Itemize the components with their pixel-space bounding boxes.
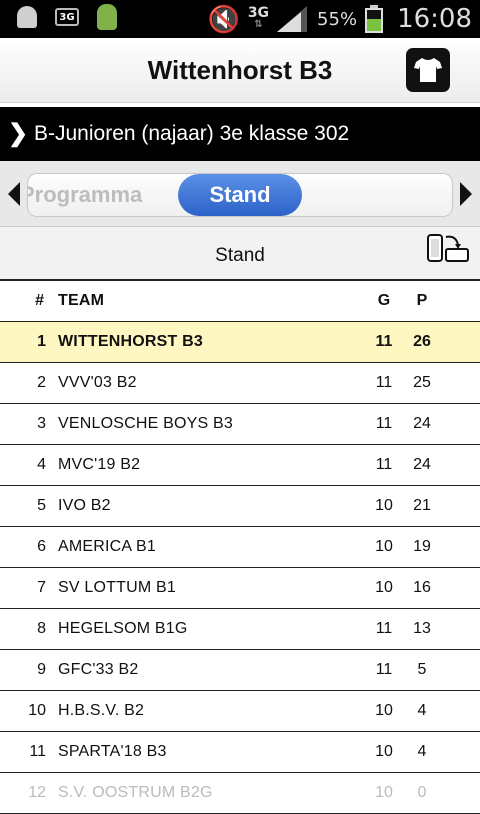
row-games: 11 [375, 456, 393, 473]
row-team: IVO B2 [58, 497, 111, 514]
table-row[interactable]: 3 VENLOSCHE BOYS B3 11 24 [0, 404, 480, 445]
network-label: 3G [247, 5, 270, 21]
row-games: 11 [375, 415, 393, 432]
tab-programma[interactable]: Programma [28, 174, 142, 216]
row-team: AMERICA B1 [58, 538, 157, 555]
row-team: SPARTA'18 B3 [58, 743, 167, 760]
row-games: 10 [375, 784, 393, 801]
row-team: VVV'03 B2 [58, 374, 137, 391]
row-points: 4 [417, 743, 427, 760]
row-games: 10 [375, 702, 393, 719]
network-indicator: 3G ⇅ [247, 5, 270, 30]
android-icon [94, 4, 120, 30]
row-points: 24 [413, 456, 431, 473]
table-row[interactable]: 9 GFC'33 B2 11 5 [0, 650, 480, 691]
mute-icon: 🔇 [207, 4, 240, 34]
row-rank: 4 [37, 456, 46, 473]
col-header-number: # [35, 292, 44, 309]
row-points: 21 [413, 497, 431, 514]
table-row[interactable]: 2 VVV'03 B2 11 25 [0, 363, 480, 404]
row-rank: 12 [28, 784, 46, 801]
row-games: 11 [375, 374, 393, 391]
row-games: 10 [375, 743, 393, 760]
row-games: 11 [375, 620, 393, 637]
table-row[interactable]: 5 IVO B2 10 21 [0, 486, 480, 527]
row-points: 25 [413, 374, 431, 391]
table-row[interactable]: 11 SPARTA'18 B3 10 4 [0, 732, 480, 773]
league-selector[interactable]: ❯ B-Junioren (najaar) 3e klasse 302 [0, 107, 480, 161]
col-header-team: TEAM [58, 292, 105, 309]
row-rank: 8 [37, 620, 46, 637]
table-row[interactable]: 8 HEGELSOM B1G 11 13 [0, 609, 480, 650]
row-team: MVC'19 B2 [58, 456, 141, 473]
row-team: S.V. OOSTRUM B2G [58, 784, 213, 801]
row-games: 10 [375, 579, 393, 596]
signal-icon [277, 6, 309, 32]
row-rank: 3 [37, 415, 46, 432]
chevron-right-icon: ❯ [8, 120, 29, 147]
row-points: 13 [413, 620, 431, 637]
arrow-right-icon[interactable] [460, 182, 472, 206]
row-rank: 10 [28, 702, 46, 719]
app-header: Wittenhorst B3 [0, 38, 480, 103]
table-row[interactable]: 7 SV LOTTUM B1 10 16 [0, 568, 480, 609]
table-header-row: # TEAM G P [0, 281, 480, 322]
tab-scroller: Programma Stand [0, 161, 480, 227]
table-row[interactable]: 4 MVC'19 B2 11 24 [0, 445, 480, 486]
row-games: 10 [375, 497, 393, 514]
row-points: 26 [413, 333, 431, 350]
battery-percent: 55% [317, 8, 358, 30]
table-row[interactable]: 12 S.V. OOSTRUM B2G 10 0 [0, 773, 480, 814]
row-points: 0 [417, 784, 427, 801]
ghost-icon [14, 4, 40, 30]
col-header-points: P [416, 292, 428, 309]
arrow-left-icon[interactable] [8, 182, 20, 206]
row-rank: 2 [37, 374, 46, 391]
league-name: B-Junioren (najaar) 3e klasse 302 [34, 122, 350, 145]
rotate-phone-icon[interactable] [426, 233, 470, 265]
clock: 16:08 [397, 4, 472, 34]
row-team: SV LOTTUM B1 [58, 579, 176, 596]
row-team: HEGELSOM B1G [58, 620, 188, 637]
row-points: 19 [413, 538, 431, 555]
row-team: GFC'33 B2 [58, 661, 139, 678]
row-points: 4 [417, 702, 427, 719]
row-points: 16 [413, 579, 431, 596]
table-row[interactable]: 1 WITTENHORST B3 11 26 [0, 322, 480, 363]
row-points: 5 [417, 661, 427, 678]
row-games: 11 [375, 661, 393, 678]
3g-box-icon: 3G [54, 4, 80, 30]
table-row[interactable]: 10 H.B.S.V. B2 10 4 [0, 691, 480, 732]
battery-icon [365, 5, 384, 33]
section-title: Stand [215, 245, 265, 266]
row-rank: 9 [37, 661, 46, 678]
tab-stand[interactable]: Stand [178, 174, 302, 216]
row-points: 24 [413, 415, 431, 432]
section-header: Stand [0, 227, 480, 281]
row-team: WITTENHORST B3 [58, 333, 204, 350]
shirt-button[interactable] [406, 48, 450, 92]
row-team: VENLOSCHE BOYS B3 [58, 415, 234, 432]
row-rank: 5 [37, 497, 46, 514]
row-rank: 11 [29, 743, 46, 760]
status-bar: 3G 🔇 3G ⇅ 55% 16:08 [0, 0, 480, 38]
row-games: 10 [375, 538, 393, 555]
col-header-games: G [377, 292, 391, 309]
tab-track: Programma Stand [27, 173, 453, 217]
row-rank: 7 [37, 579, 46, 596]
table-row[interactable]: 6 AMERICA B1 10 19 [0, 527, 480, 568]
row-rank: 1 [37, 333, 46, 350]
row-rank: 6 [37, 538, 46, 555]
standings-table: # TEAM G P 1 WITTENHORST B3 11 26 2 VVV'… [0, 281, 480, 814]
row-games: 11 [375, 333, 393, 350]
shirt-icon [414, 58, 442, 82]
row-team: H.B.S.V. B2 [58, 702, 145, 719]
